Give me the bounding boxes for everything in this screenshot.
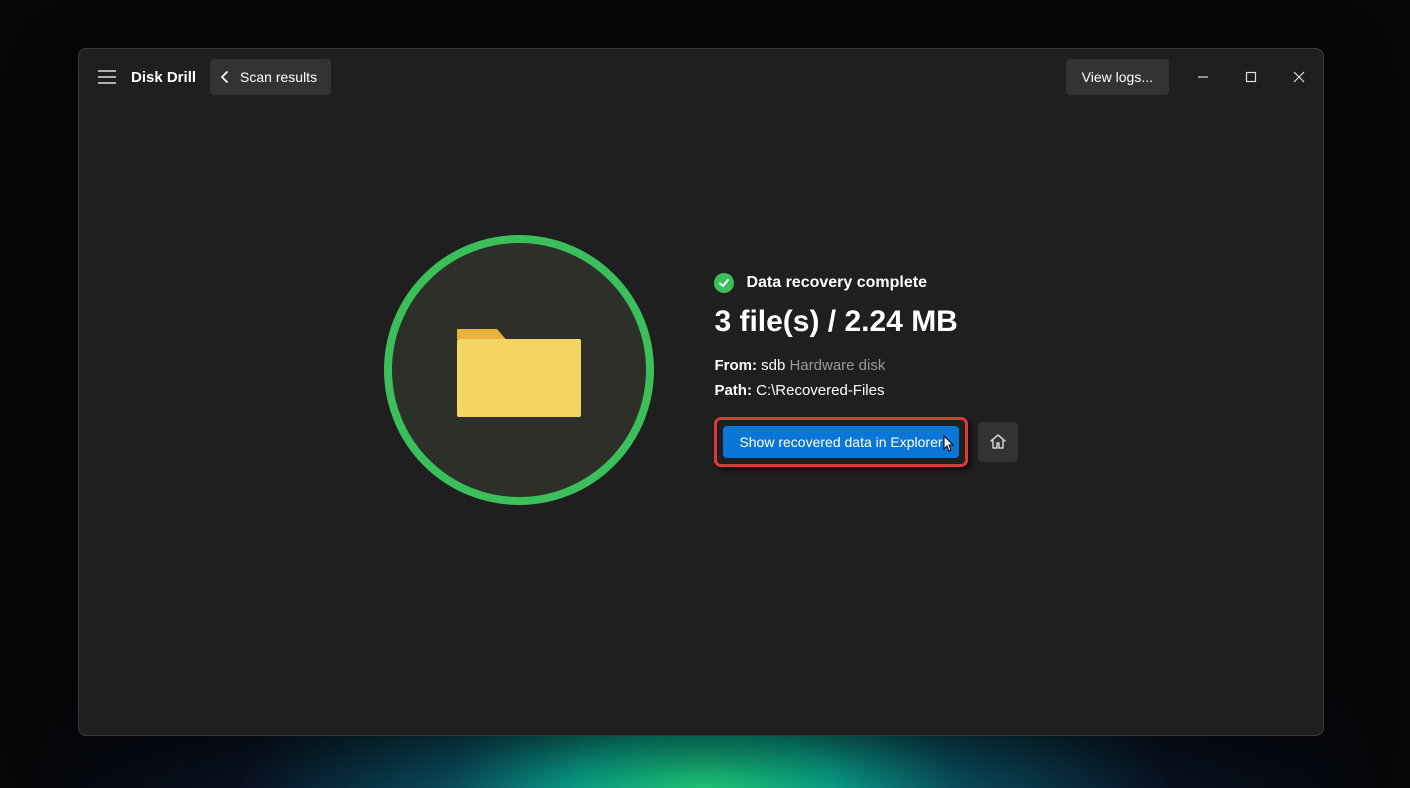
back-label: Scan results <box>240 69 317 85</box>
app-title: Disk Drill <box>131 69 196 86</box>
close-button[interactable] <box>1275 55 1323 99</box>
check-icon <box>718 277 730 289</box>
view-logs-button[interactable]: View logs... <box>1066 59 1169 95</box>
result-row: Data recovery complete 3 file(s) / 2.24 … <box>384 235 1017 505</box>
hamburger-icon <box>98 70 116 84</box>
show-recovered-label: Show recovered data in Explorer <box>739 434 942 450</box>
maximize-icon <box>1245 71 1257 83</box>
status-line: Data recovery complete <box>714 273 1017 293</box>
minimize-button[interactable] <box>1179 55 1227 99</box>
cursor-icon <box>939 435 955 455</box>
path-line: Path: C:\Recovered-Files <box>714 382 1017 399</box>
app-window: Disk Drill Scan results View logs... <box>78 48 1324 736</box>
window-controls <box>1179 55 1323 99</box>
chevron-left-icon <box>218 70 232 84</box>
from-line: From: sdb Hardware disk <box>714 357 1017 374</box>
menu-button[interactable] <box>89 59 125 95</box>
highlight-frame: Show recovered data in Explorer <box>714 417 967 467</box>
folder-icon <box>449 315 589 425</box>
from-value: sdb <box>761 357 785 374</box>
titlebar: Disk Drill Scan results View logs... <box>79 49 1323 105</box>
action-row: Show recovered data in Explorer <box>714 417 1017 467</box>
success-folder-graphic <box>384 235 654 505</box>
content-area: Data recovery complete 3 file(s) / 2.24 … <box>79 105 1323 735</box>
recovery-summary: 3 file(s) / 2.24 MB <box>714 305 1017 339</box>
home-button[interactable] <box>978 422 1018 462</box>
path-value: C:\Recovered-Files <box>756 382 884 399</box>
maximize-button[interactable] <box>1227 55 1275 99</box>
show-recovered-button[interactable]: Show recovered data in Explorer <box>723 426 958 458</box>
status-text: Data recovery complete <box>746 274 927 292</box>
back-button[interactable]: Scan results <box>210 59 331 95</box>
path-label: Path: <box>714 382 752 399</box>
close-icon <box>1293 71 1305 83</box>
from-type: Hardware disk <box>789 357 885 374</box>
check-badge <box>714 273 734 293</box>
info-column: Data recovery complete 3 file(s) / 2.24 … <box>714 273 1017 467</box>
home-icon <box>989 433 1007 451</box>
minimize-icon <box>1197 71 1209 83</box>
from-label: From: <box>714 357 757 374</box>
